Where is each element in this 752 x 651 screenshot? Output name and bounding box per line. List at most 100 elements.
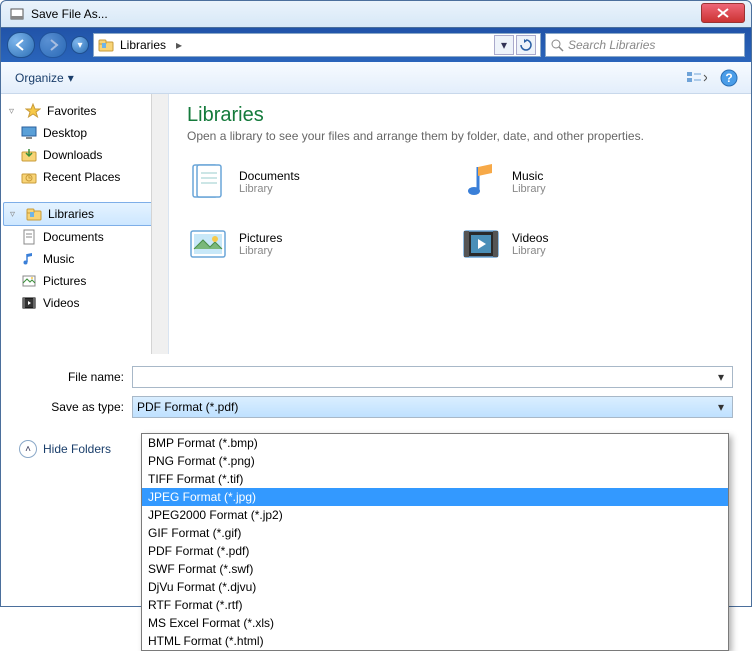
collapse-icon[interactable]: ▿ [9, 106, 19, 117]
libraries-label: Libraries [48, 207, 94, 221]
collapse-icon[interactable]: ▿ [10, 209, 20, 220]
search-icon [550, 38, 564, 52]
sidebar-item-music[interactable]: Music [1, 248, 168, 270]
dropdown-option[interactable]: DjVu Format (*.djvu) [142, 578, 728, 596]
sidebar-item-label: Recent Places [43, 170, 120, 184]
titlebar[interactable]: Save File As... [0, 0, 752, 28]
dropdown-option[interactable]: JPEG Format (*.jpg) [142, 488, 728, 506]
refresh-icon [520, 39, 532, 51]
breadcrumb-libraries[interactable]: Libraries [118, 36, 168, 54]
sidebar-favorites[interactable]: ▿ Favorites [1, 100, 168, 122]
page-subtitle: Open a library to see your files and arr… [187, 129, 733, 143]
pictures-icon [21, 273, 37, 289]
filename-input[interactable]: ▾ [132, 366, 733, 388]
recent-locations-button[interactable]: ▾ [71, 36, 89, 54]
recent-places-icon [21, 169, 37, 185]
sidebar: ▿ Favorites Desktop Downloads Recent Pla… [1, 94, 169, 354]
library-item-pictures[interactable]: PicturesLibrary [187, 223, 460, 265]
view-button[interactable] [683, 67, 711, 89]
library-name: Music [512, 169, 546, 183]
help-icon: ? [720, 69, 738, 87]
main-pane: Libraries Open a library to see your fil… [169, 94, 751, 354]
library-sub: Library [512, 183, 546, 195]
library-item-videos[interactable]: VideosLibrary [460, 223, 733, 265]
sidebar-item-desktop[interactable]: Desktop [1, 122, 168, 144]
nav-bar: ▾ Libraries ▸ ▾ Search Libraries [1, 28, 751, 62]
libraries-icon [98, 37, 114, 53]
videos-icon [460, 223, 502, 265]
library-name: Documents [239, 169, 300, 183]
help-button[interactable]: ? [715, 67, 743, 89]
pictures-icon [187, 223, 229, 265]
dropdown-option[interactable]: PDF Format (*.pdf) [142, 542, 728, 560]
documents-icon [187, 161, 229, 203]
saveastype-label: Save as type: [19, 400, 124, 414]
library-sub: Library [239, 183, 300, 195]
sidebar-item-label: Pictures [43, 274, 86, 288]
favorites-label: Favorites [47, 104, 96, 118]
sidebar-scrollbar[interactable] [151, 94, 168, 354]
sidebar-item-recent[interactable]: Recent Places [1, 166, 168, 188]
address-bar[interactable]: Libraries ▸ ▾ [93, 33, 541, 57]
music-icon [460, 161, 502, 203]
dropdown-option[interactable]: JPEG2000 Format (*.jp2) [142, 506, 728, 524]
library-sub: Library [239, 245, 282, 257]
chevron-down-icon: ▾ [68, 71, 74, 85]
saveastype-select[interactable]: PDF Format (*.pdf) ▾ [132, 396, 733, 418]
desktop-icon [21, 125, 37, 141]
library-sub: Library [512, 245, 548, 257]
toolbar: Organize ▾ ? [1, 62, 751, 94]
dropdown-option[interactable]: GIF Format (*.gif) [142, 524, 728, 542]
dropdown-option[interactable]: HTML Format (*.html) [142, 632, 728, 650]
sidebar-item-downloads[interactable]: Downloads [1, 144, 168, 166]
sidebar-item-label: Music [43, 252, 74, 266]
organize-label: Organize [15, 71, 64, 85]
sidebar-item-documents[interactable]: Documents [1, 226, 168, 248]
downloads-icon [21, 147, 37, 163]
arrow-left-icon [14, 38, 28, 52]
close-icon [717, 8, 729, 18]
window-title: Save File As... [31, 7, 108, 21]
videos-icon [21, 295, 37, 311]
dropdown-option[interactable]: TIFF Format (*.tif) [142, 470, 728, 488]
form-area: File name: ▾ Save as type: PDF Format (*… [1, 354, 751, 430]
library-item-music[interactable]: MusicLibrary [460, 161, 733, 203]
chevron-up-icon: ˄ [19, 440, 37, 458]
filename-label: File name: [19, 370, 124, 384]
dropdown-option[interactable]: BMP Format (*.bmp) [142, 434, 728, 452]
library-name: Videos [512, 231, 548, 245]
sidebar-item-label: Documents [43, 230, 104, 244]
star-icon [25, 103, 41, 119]
arrow-right-icon [46, 38, 60, 52]
chevron-right-icon[interactable]: ▸ [172, 38, 186, 52]
sidebar-item-pictures[interactable]: Pictures [1, 270, 168, 292]
sidebar-item-label: Downloads [43, 148, 102, 162]
sidebar-libraries[interactable]: ▿ Libraries [3, 202, 166, 226]
dropdown-option[interactable]: SWF Format (*.swf) [142, 560, 728, 578]
sidebar-item-videos[interactable]: Videos [1, 292, 168, 314]
dropdown-option[interactable]: RTF Format (*.rtf) [142, 596, 728, 614]
page-title: Libraries [187, 104, 733, 127]
close-button[interactable] [701, 3, 745, 23]
music-icon [21, 251, 37, 267]
library-item-documents[interactable]: DocumentsLibrary [187, 161, 460, 203]
back-button[interactable] [7, 32, 35, 58]
dropdown-option[interactable]: PNG Format (*.png) [142, 452, 728, 470]
saveastype-dropdown[interactable]: BMP Format (*.bmp)PNG Format (*.png)TIFF… [141, 433, 729, 651]
saveastype-value: PDF Format (*.pdf) [137, 400, 238, 414]
organize-button[interactable]: Organize ▾ [9, 67, 80, 89]
chevron-down-icon[interactable]: ▾ [714, 370, 728, 384]
svg-text:?: ? [725, 71, 732, 85]
save-file-dialog: Save File As... ▾ Libraries ▸ ▾ [0, 0, 752, 607]
chevron-down-icon[interactable]: ▾ [714, 400, 728, 414]
libraries-icon [26, 206, 42, 222]
search-input[interactable]: Search Libraries [545, 33, 745, 57]
address-dropdown-button[interactable]: ▾ [494, 35, 514, 55]
sidebar-item-label: Desktop [43, 126, 87, 140]
hide-folders-label: Hide Folders [43, 442, 111, 456]
dropdown-option[interactable]: MS Excel Format (*.xls) [142, 614, 728, 632]
refresh-button[interactable] [516, 35, 536, 55]
forward-button[interactable] [39, 32, 67, 58]
view-icon [687, 71, 707, 85]
documents-icon [21, 229, 37, 245]
